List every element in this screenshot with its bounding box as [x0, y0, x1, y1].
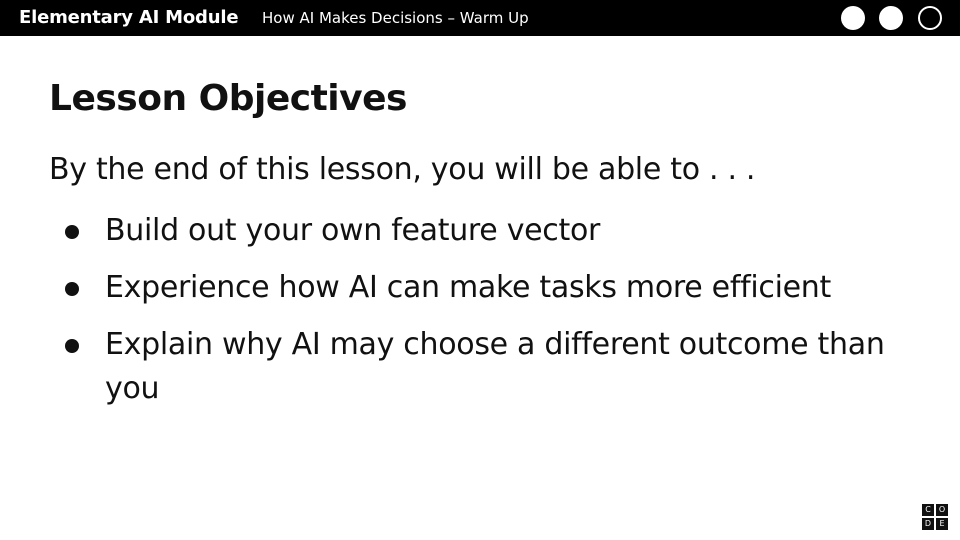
bullet-icon	[65, 225, 79, 239]
logo-letter: D	[922, 518, 934, 530]
lesson-title: How AI Makes Decisions – Warm Up	[262, 9, 529, 27]
slide-title: Lesson Objectives	[49, 78, 407, 119]
objective-text: Explain why AI may choose a different ou…	[105, 327, 885, 406]
slide-intro: By the end of this lesson, you will be a…	[49, 152, 756, 187]
logo-letter: E	[936, 518, 948, 530]
logo-letter: O	[936, 504, 948, 516]
bullet-icon	[65, 282, 79, 296]
objective-text: Build out your own feature vector	[105, 213, 601, 248]
module-name: Elementary AI Module	[19, 7, 239, 28]
code-logo-icon: C O D E	[922, 504, 948, 530]
objective-text: Experience how AI can make tasks more ef…	[105, 270, 831, 305]
progress-dot-3	[918, 6, 942, 30]
progress-dot-1	[841, 6, 865, 30]
logo-letter: C	[922, 504, 934, 516]
progress-dot-2	[879, 6, 903, 30]
header-bar: Elementary AI Module How AI Makes Decisi…	[0, 0, 960, 36]
bullet-icon	[65, 339, 79, 353]
